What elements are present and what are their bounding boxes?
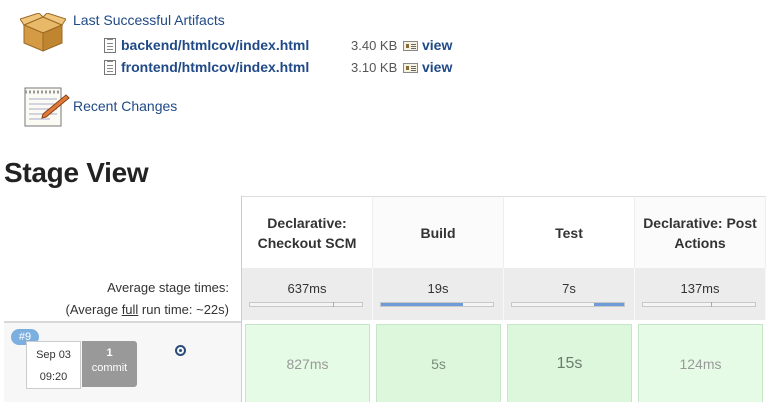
stage-progress-fill	[593, 303, 624, 306]
stage-header: Test	[504, 196, 635, 268]
stage-column: Declarative: Post Actions 137ms 124ms	[635, 196, 766, 402]
stage-column: Build 19s 5s	[373, 196, 504, 402]
commit-label: commit	[91, 362, 128, 374]
stage-average: 7s	[504, 268, 635, 320]
avg-full-suffix: run time: ~22s)	[138, 302, 229, 317]
file-icon	[104, 38, 116, 53]
stage-average-time: 137ms	[680, 281, 720, 296]
stage-header: Declarative: Checkout SCM	[242, 196, 373, 268]
artifact-row: frontend/htmlcov/index.html 3.10 KB view	[104, 58, 464, 78]
stage-average: 637ms	[242, 268, 373, 320]
stage-progress-bar	[249, 302, 363, 307]
notepad-icon	[24, 87, 70, 127]
artifact-view-link[interactable]: view	[422, 59, 452, 75]
build-date-time: 09:20	[39, 371, 68, 383]
stage-progress-tick	[333, 302, 334, 307]
artifact-file-link[interactable]: backend/htmlcov/index.html	[121, 37, 309, 53]
build-date: Sep 03 09:20	[26, 341, 81, 389]
stage-view-table: Average stage times: (Average full run t…	[0, 196, 770, 402]
stage-view-left-column: Average stage times: (Average full run t…	[0, 196, 241, 402]
recent-changes-link[interactable]: Recent Changes	[73, 98, 177, 114]
file-icon	[104, 60, 116, 75]
stage-run-cell[interactable]: 15s	[507, 324, 632, 402]
stage-average-time: 7s	[562, 281, 576, 296]
stage-header: Declarative: Post Actions	[635, 196, 766, 268]
avg-full-prefix: (Average	[65, 302, 122, 317]
average-stage-times-label: Average stage times:	[107, 280, 229, 295]
stage-run-cell[interactable]: 124ms	[638, 324, 763, 402]
artifact-size: 3.10 KB	[351, 60, 398, 75]
stage-header: Build	[373, 196, 504, 268]
stage-view-title: Stage View	[4, 157, 149, 188]
stage-average: 19s	[373, 268, 504, 320]
build-date-day: Sep 03	[36, 349, 71, 361]
stage-progress-bar	[511, 302, 625, 307]
artifact-row: backend/htmlcov/index.html 3.40 KB view	[104, 36, 464, 56]
stage-column: Declarative: Checkout SCM 637ms 827ms	[242, 196, 373, 402]
stage-progress-tick	[711, 302, 712, 307]
package-icon	[20, 13, 66, 52]
stage-progress-fill	[381, 303, 463, 306]
commit-count: 1	[106, 347, 113, 359]
artifact-size: 3.40 KB	[351, 38, 398, 53]
stage-run-cell[interactable]: 5s	[376, 324, 501, 402]
stage-average: 137ms	[635, 268, 766, 320]
stage-average-time: 637ms	[287, 281, 327, 296]
full-run-time-link[interactable]: full	[122, 302, 139, 317]
stage-run-cell[interactable]: 827ms	[245, 324, 370, 402]
stage-progress-bar	[380, 302, 494, 307]
build-run-row: #9 Sep 03 09:20 1 commit	[4, 321, 241, 402]
average-full-run-time: (Average full run time: ~22s)	[66, 302, 229, 317]
stage-average-time: 19s	[427, 281, 449, 296]
artifact-file-link[interactable]: frontend/htmlcov/index.html	[121, 59, 309, 75]
build-info-icon[interactable]	[175, 345, 186, 356]
stage-progress-bar	[642, 302, 756, 307]
fingerprint-icon[interactable]	[403, 41, 418, 51]
last-successful-artifacts-link[interactable]: Last Successful Artifacts	[73, 12, 225, 28]
artifact-view-link[interactable]: view	[422, 37, 452, 53]
fingerprint-icon[interactable]	[403, 63, 418, 73]
commit-count-button[interactable]: 1 commit	[82, 341, 137, 387]
stages-grid: Declarative: Checkout SCM 637ms 827ms Bu…	[241, 196, 766, 402]
stage-column: Test 7s 15s	[504, 196, 635, 402]
